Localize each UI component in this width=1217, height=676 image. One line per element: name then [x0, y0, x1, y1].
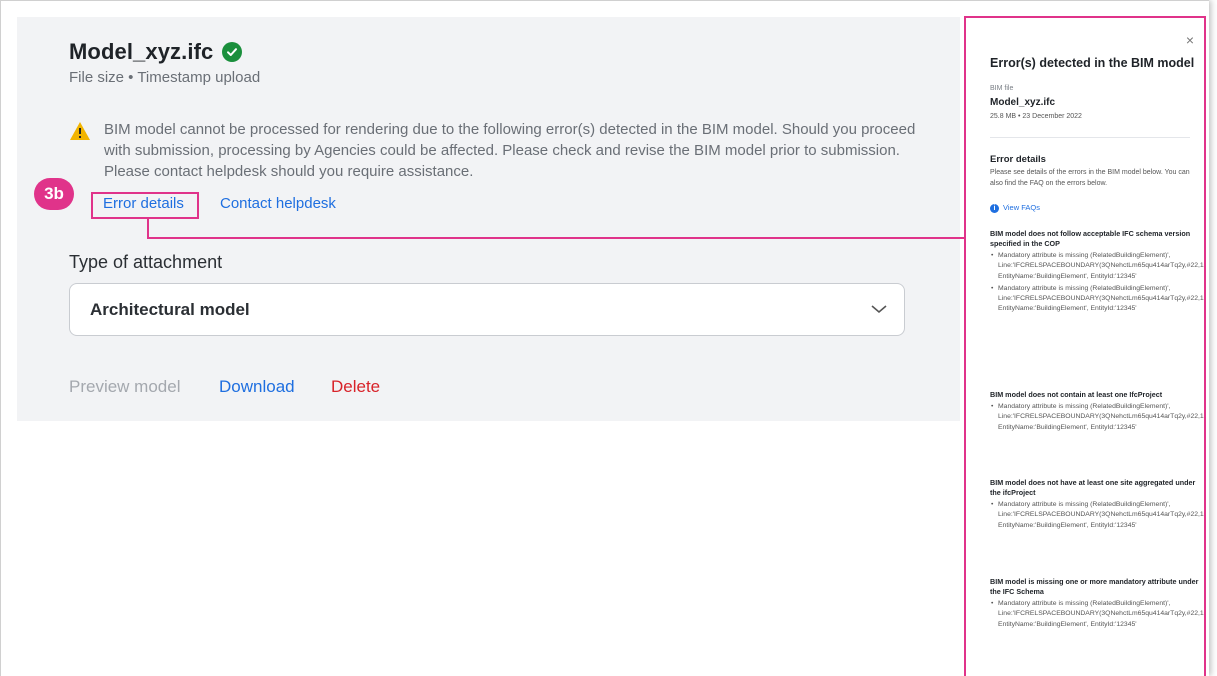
- error-details-description: Please see details of the errors in the …: [990, 169, 1190, 187]
- file-meta: File size • Timestamp upload: [69, 69, 261, 86]
- warning-icon: [69, 121, 91, 146]
- error-list: Mandatory attribute is missing (RelatedB…: [990, 402, 1204, 433]
- chevron-down-icon: [870, 302, 888, 320]
- error-group: BIM model does not follow acceptable IFC…: [990, 229, 1204, 317]
- error-heading: BIM model does not follow acceptable IFC…: [990, 229, 1191, 248]
- view-faqs-label: View FAQs: [1003, 203, 1040, 212]
- error-list: Mandatory attribute is missing (RelatedB…: [990, 251, 1204, 315]
- step-badge: 3b: [34, 178, 74, 210]
- error-details-heading: Error details: [990, 154, 1046, 165]
- warning-message: BIM model cannot be processed for render…: [104, 121, 916, 180]
- drawer-title: Error(s) detected in the BIM model: [990, 56, 1195, 70]
- error-group: BIM model does not contain at least one …: [990, 390, 1204, 435]
- attachment-type-select[interactable]: Architectural model: [69, 283, 905, 336]
- error-heading: BIM model does not contain at least one …: [990, 390, 1163, 399]
- divider: [990, 137, 1190, 138]
- contact-helpdesk-link[interactable]: Contact helpdesk: [220, 195, 336, 212]
- error-heading: BIM model does not have at least one sit…: [990, 478, 1196, 497]
- screenshot-frame: Model_xyz.ifc File size • Timestamp uplo…: [0, 0, 1209, 676]
- download-button[interactable]: Download: [219, 377, 295, 397]
- error-group: BIM model does not have at least one sit…: [990, 478, 1204, 533]
- attachment-type-value: Architectural model: [90, 300, 250, 319]
- error-item: Mandatory attribute is missing (RelatedB…: [991, 599, 1204, 630]
- attachment-type-label: Type of attachment: [69, 252, 223, 272]
- error-group: BIM model is missing one or more mandato…: [990, 577, 1204, 632]
- delete-button[interactable]: Delete: [331, 377, 380, 397]
- bim-file-name: Model_xyz.ifc: [990, 97, 1056, 108]
- error-drawer: × Error(s) detected in the BIM model BIM…: [964, 16, 1206, 676]
- connector-line: [147, 218, 149, 238]
- info-icon: i: [990, 203, 999, 213]
- bim-file-meta: 25.8 MB • 23 December 2022: [990, 113, 1082, 120]
- error-item: Mandatory attribute is missing (RelatedB…: [991, 284, 1204, 315]
- bim-file-label: BIM file: [990, 85, 1014, 92]
- error-list: Mandatory attribute is missing (RelatedB…: [990, 599, 1204, 630]
- connector-line: [147, 237, 967, 239]
- error-list: Mandatory attribute is missing (RelatedB…: [990, 500, 1204, 531]
- view-faqs-link[interactable]: i View FAQs: [990, 203, 1040, 213]
- attachment-card: Model_xyz.ifc File size • Timestamp uplo…: [17, 17, 960, 421]
- error-item: Mandatory attribute is missing (RelatedB…: [991, 251, 1204, 282]
- error-item: Mandatory attribute is missing (RelatedB…: [991, 500, 1204, 531]
- error-item: Mandatory attribute is missing (RelatedB…: [991, 402, 1204, 433]
- error-heading: BIM model is missing one or more mandato…: [990, 577, 1199, 596]
- preview-model-button[interactable]: Preview model: [69, 377, 181, 397]
- highlight-box: [91, 192, 199, 219]
- check-circle-icon: [222, 42, 242, 62]
- file-name: Model_xyz.ifc: [69, 39, 214, 64]
- close-icon[interactable]: ×: [1186, 32, 1194, 48]
